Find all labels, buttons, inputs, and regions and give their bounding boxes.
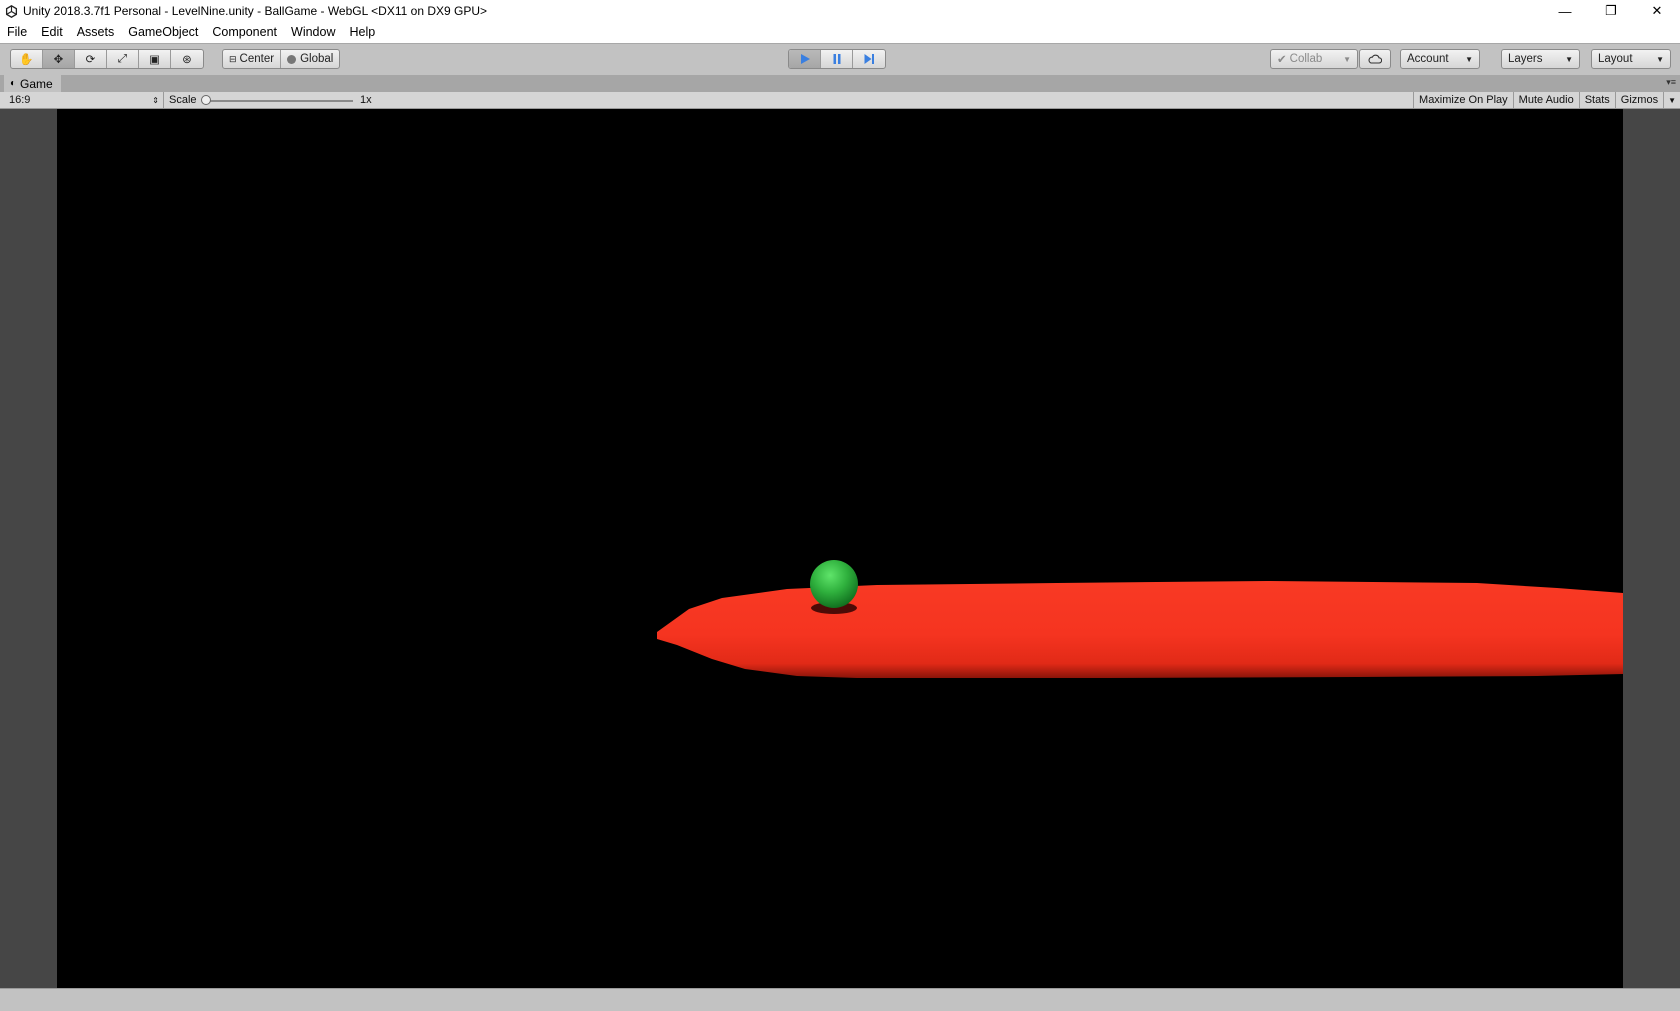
collab-label: Collab (1289, 53, 1323, 65)
stats-toggle[interactable]: Stats (1578, 92, 1615, 108)
updown-arrows-icon: ⇕ (152, 95, 159, 105)
maximize-on-play-toggle[interactable]: Maximize On Play (1413, 92, 1513, 108)
transform-tool-button[interactable]: ⊛ (171, 50, 203, 68)
scale-slider-thumb[interactable] (201, 95, 211, 105)
layout-label: Layout (1598, 53, 1633, 65)
aspect-ratio-label: 16:9 (9, 94, 31, 106)
scale-label: Scale (169, 94, 197, 106)
tab-game-label: Game (20, 76, 53, 91)
scale-icon: ⤢ (117, 52, 128, 65)
game-view-toolbar: 16:9 ⇕ Scale 1x Maximize On Play Mute Au… (0, 92, 1680, 109)
minimize-button[interactable]: — (1542, 0, 1588, 22)
collab-dropdown[interactable]: ✔ Collab ▼ (1270, 49, 1358, 69)
pause-icon (833, 54, 840, 64)
mute-audio-toggle[interactable]: Mute Audio (1512, 92, 1579, 108)
cloud-icon (1368, 54, 1382, 64)
pivot-rotation-toggle[interactable]: Global (281, 50, 339, 68)
check-icon: ✔ (1277, 54, 1287, 66)
menu-assets[interactable]: Assets (70, 22, 122, 43)
aspect-ratio-dropdown[interactable]: 16:9 ⇕ (0, 92, 164, 108)
playmode-controls (788, 49, 886, 69)
gizmos-toggle[interactable]: Gizmos (1614, 92, 1663, 108)
title-bar: Unity 2018.3.7f1 Personal - LevelNine.un… (0, 0, 1680, 22)
step-button[interactable] (853, 50, 885, 68)
window-title: Unity 2018.3.7f1 Personal - LevelNine.un… (23, 4, 488, 18)
menu-component[interactable]: Component (205, 22, 284, 43)
main-toolbar: ✋ ✥ ⟳ ⤢ ▣ ⊛ ⊟ Center Global ✔ Collab ▼ A… (0, 43, 1680, 75)
rotate-icon: ⟳ (85, 54, 96, 66)
green-ball (810, 560, 858, 608)
layers-label: Layers (1508, 53, 1543, 65)
status-bar (0, 988, 1680, 1011)
menu-gameobject[interactable]: GameObject (121, 22, 205, 43)
menu-edit[interactable]: Edit (34, 22, 70, 43)
transform-icon: ⊛ (182, 54, 192, 66)
chevron-down-icon: ▼ (1343, 54, 1351, 64)
pivot-mode-toggle[interactable]: ⊟ Center (223, 50, 282, 68)
pivot-rotation-label: Global (300, 53, 334, 65)
hand-icon: ✋ (19, 54, 34, 66)
tab-game[interactable]: ◐ Game (4, 75, 61, 92)
restore-button[interactable]: ❐ (1588, 0, 1634, 22)
chevron-down-icon: ▼ (1565, 54, 1573, 64)
close-button[interactable]: ✕ (1634, 0, 1680, 22)
chevron-down-icon: ▼ (1656, 54, 1664, 64)
scale-value: 1x (360, 94, 372, 106)
hand-tool-button[interactable]: ✋ (11, 50, 43, 68)
pause-button[interactable] (821, 50, 853, 68)
play-icon (800, 54, 810, 64)
rect-tool-button[interactable]: ▣ (139, 50, 171, 68)
unity-logo-icon (3, 3, 19, 19)
rotate-tool-button[interactable]: ⟳ (75, 50, 107, 68)
move-tool-button[interactable]: ✥ (43, 50, 75, 68)
pivot-mode-label: Center (239, 53, 275, 65)
layers-dropdown[interactable]: Layers ▼ (1501, 49, 1580, 69)
platform (657, 581, 1623, 678)
transform-tools: ✋ ✥ ⟳ ⤢ ▣ ⊛ (10, 49, 204, 69)
menu-window[interactable]: Window (284, 22, 342, 43)
center-icon: ⊟ (229, 53, 237, 64)
scale-tool-button[interactable]: ⤢ (107, 50, 139, 68)
pivot-toggles: ⊟ Center Global (222, 49, 341, 69)
tab-bar: ◐ Game ▾≡ (0, 75, 1680, 92)
scale-slider-track[interactable] (205, 100, 353, 102)
game-controller-icon: ◐ (10, 78, 17, 89)
step-icon (864, 54, 874, 64)
play-button[interactable] (789, 50, 821, 68)
layout-dropdown[interactable]: Layout ▼ (1591, 49, 1671, 69)
globe-icon (287, 54, 297, 64)
account-dropdown[interactable]: Account ▼ (1400, 49, 1480, 69)
move-icon: ✥ (53, 54, 64, 66)
tab-menu-icon[interactable]: ▾≡ (1666, 77, 1676, 88)
menu-bar: File Edit Assets GameObject Component Wi… (0, 22, 1680, 43)
chevron-down-icon: ▼ (1465, 54, 1473, 64)
rect-icon: ▣ (149, 54, 160, 66)
menu-file[interactable]: File (0, 22, 34, 43)
game-scene (657, 560, 1623, 678)
menu-help[interactable]: Help (342, 22, 382, 43)
cloud-button[interactable] (1359, 49, 1391, 69)
gizmos-dropdown-icon[interactable]: ▼ (1663, 92, 1680, 108)
account-label: Account (1407, 53, 1449, 65)
game-viewport (0, 109, 1680, 988)
game-render-area[interactable] (57, 109, 1623, 988)
